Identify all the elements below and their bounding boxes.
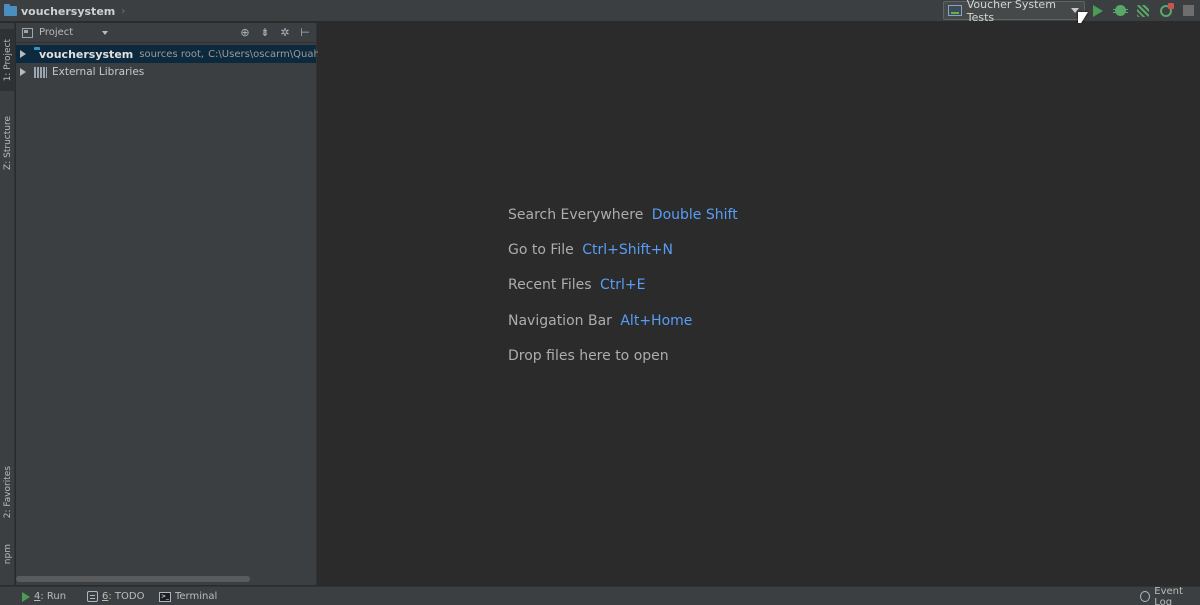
bottom-tool-bar: 4: Run 6: TODO >_ Terminal Event Log [0,586,1200,605]
navigation-bar: vouchersystem › Voucher System Tests [0,0,1200,24]
project-view-select[interactable]: Project [39,27,73,38]
tab-npm[interactable]: npm [0,535,15,573]
target-icon[interactable]: ⊕ [238,25,252,39]
coverage-button[interactable] [1134,2,1152,19]
tab-terminal[interactable]: >_ Terminal [159,587,217,605]
hint-shortcut: Alt+Home [620,313,693,329]
libraries-icon [34,66,47,78]
hint-label: Navigation Bar [508,313,612,329]
todo-icon [87,591,98,602]
run-configuration-select[interactable]: Voucher System Tests [943,0,1085,24]
terminal-icon: >_ [159,591,171,602]
breadcrumb-separator: › [121,5,126,17]
tree-item-label: vouchersystem [39,47,134,61]
tree-item-hint: sources root, [139,48,205,60]
tab-event-log[interactable]: Event Log [1140,585,1200,605]
tab-npm-label: npm [2,543,13,565]
tab-project[interactable]: 1: Project [0,29,15,91]
hint-search-everywhere: Search Everywhere Double Shift [508,207,738,223]
chevron-down-icon[interactable] [102,31,108,35]
hint-drop-files: Drop files here to open [508,348,669,364]
project-view-icon [22,27,33,38]
tree-item-label: External Libraries [52,66,145,78]
project-panel: Project ⊕ ⇟ ✲ ⊢ vouchersystem sources ro… [16,23,326,585]
collapse-icon[interactable]: ⇟ [258,25,272,39]
tab-todo[interactable]: 6: TODO [87,587,144,605]
tab-structure-label: Z: Structure [2,116,13,170]
hint-shortcut: Ctrl+E [600,277,646,293]
editor-empty-area: Search Everywhere Double Shift Go to Fil… [318,23,1200,585]
stop-button[interactable] [1179,2,1197,19]
tab-terminal-label: Terminal [175,591,218,602]
tree-item-external-libraries[interactable]: External Libraries [16,63,316,81]
stop-icon [1182,5,1194,16]
horizontal-scrollbar[interactable] [16,576,250,582]
project-tree: vouchersystem sources root, C:\Users\osc… [16,43,326,81]
tab-todo-label: : TODO [108,591,145,602]
tab-structure[interactable]: Z: Structure [0,107,15,179]
gear-icon[interactable]: ✲ [278,25,292,39]
play-icon [1093,4,1103,17]
tree-item-path: C:\Users\oscarm\Quaho [208,48,326,60]
event-log-icon [1140,591,1151,602]
profile-button[interactable] [1157,2,1175,19]
tree-item-vouchersystem[interactable]: vouchersystem sources root, C:\Users\osc… [16,45,326,63]
hint-label: Drop files here to open [508,348,669,364]
project-panel-header: Project ⊕ ⇟ ✲ ⊢ [16,23,316,43]
hide-icon[interactable]: ⊢ [298,25,312,39]
left-tool-strip: 1: Project Z: Structure 2: Favorites npm [0,23,15,585]
run-configuration-label: Voucher System Tests [966,0,1056,24]
tab-favorites[interactable]: 2: Favorites [0,453,15,531]
hint-label: Search Everywhere [508,207,644,223]
hint-recent-files: Recent Files Ctrl+E [508,277,646,293]
hint-navigation-bar: Navigation Bar Alt+Home [508,313,692,329]
expand-arrow-icon[interactable] [20,68,26,76]
hint-label: Recent Files [508,277,592,293]
bug-icon [1112,5,1128,16]
tab-project-label: 1: Project [2,38,13,82]
folder-icon [4,4,17,16]
test-config-icon [948,5,962,16]
breadcrumb[interactable]: vouchersystem › [4,3,125,19]
debug-button[interactable] [1111,2,1129,19]
hint-shortcut: Double Shift [651,207,738,223]
hint-label: Go to File [508,242,574,258]
profile-icon [1160,2,1174,17]
coverage-icon [1137,4,1149,17]
tab-event-log-label: Event Log [1154,585,1183,605]
hint-go-to-file: Go to File Ctrl+Shift+N [508,242,673,258]
tab-run-label: : Run [40,591,67,602]
expand-arrow-icon[interactable] [20,50,26,58]
run-button[interactable] [1089,2,1107,19]
tab-run[interactable]: 4: Run [22,587,66,605]
tab-favorites-label: 2: Favorites [2,465,13,519]
breadcrumb-project[interactable]: vouchersystem [21,5,115,18]
hint-shortcut: Ctrl+Shift+N [582,242,673,258]
play-icon [22,591,30,602]
